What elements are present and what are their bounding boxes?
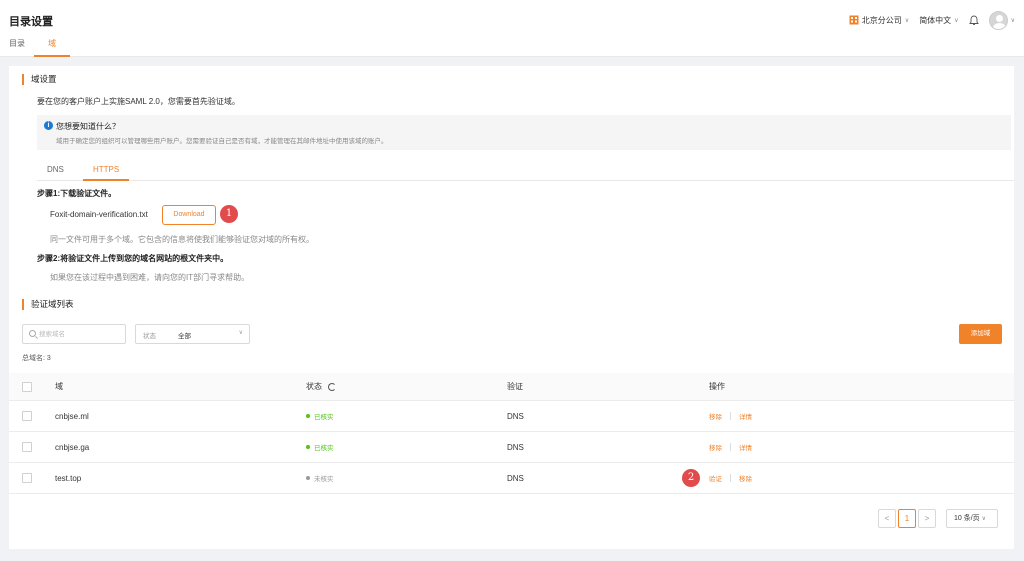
tab-dns[interactable]: DNS: [47, 164, 64, 181]
bell-icon[interactable]: [968, 15, 979, 26]
col-status-wrap: 状态: [306, 373, 336, 400]
col-status: 状态: [306, 382, 322, 391]
divider: [730, 474, 731, 482]
chevron-down-icon: ∨: [981, 516, 987, 522]
status-dot: [306, 445, 310, 449]
search-icon: [29, 330, 36, 337]
avatar: [988, 10, 1008, 30]
step-badge-2: 2: [682, 469, 700, 487]
row-checkbox[interactable]: [22, 442, 32, 452]
details-link[interactable]: 详情: [739, 442, 752, 452]
verify-method: DNS: [507, 442, 524, 452]
domain-name: cnbjse.ga: [55, 442, 90, 452]
top-tabs: 目录 域: [0, 38, 70, 57]
verification-file-name: Foxit-domain-verification.txt: [50, 210, 148, 219]
verify-link[interactable]: 验证: [709, 473, 722, 483]
header-right: 北京分公司 ∨ 简体中文 ∨ ∨: [849, 10, 1015, 30]
chevron-down-icon: ∨: [238, 330, 243, 336]
col-actions: 操作: [709, 382, 725, 391]
table-row: cnbjse.ga 已核实 DNS 移除 详情: [9, 432, 1014, 463]
table-row: cnbjse.ml 已核实 DNS 移除 详情: [9, 401, 1014, 432]
row-checkbox[interactable]: [22, 411, 32, 421]
domain-name: cnbjse.ml: [55, 411, 89, 421]
add-domain-button[interactable]: 添加域: [959, 324, 1002, 344]
info-icon: i: [44, 121, 53, 130]
status-cell: 已核实: [306, 432, 334, 462]
language-switcher[interactable]: 简体中文 ∨: [919, 15, 958, 26]
status-cell: 未核实: [306, 463, 334, 493]
info-box: i 您想要知道什么？ 域用于确定您的组织可以管理哪些用户账户。您需要验证自己是否…: [37, 115, 1011, 150]
status-badge: 已核实: [314, 414, 334, 421]
verify-method: DNS: [507, 473, 524, 483]
section-title-domain-list: 验证域列表: [22, 299, 74, 310]
status-filter-label: 状态: [143, 333, 156, 340]
download-button[interactable]: Download: [162, 205, 216, 225]
domain-table: 域 状态 验证 操作 cnbjse.ml 已核实 DNS 移除 详情 cnbjs…: [9, 373, 1014, 494]
info-title: 您想要知道什么？: [56, 122, 120, 131]
page-size-label: 10 条/页: [954, 515, 980, 522]
status-badge: 未核实: [314, 476, 334, 483]
refresh-icon[interactable]: [328, 382, 336, 391]
step1-note: 同一文件可用于多个域。它包含的信息将使我们能够验证您对域的所有权。: [50, 235, 314, 244]
page-1-button[interactable]: 1: [898, 509, 916, 528]
col-verify: 验证: [507, 382, 523, 391]
status-filter-value: 全部: [178, 333, 191, 340]
step2-title: 步骤2:将验证文件上传到您的域名网站的根文件夹中。: [37, 254, 229, 263]
org-name: 北京分公司: [861, 15, 902, 25]
status-filter-select[interactable]: 状态 全部 ∨: [135, 324, 250, 344]
remove-link[interactable]: 移除: [709, 442, 722, 452]
step1-title: 步骤1:下载验证文件。: [37, 189, 117, 198]
domain-name: test.top: [55, 473, 82, 483]
verify-method: DNS: [507, 411, 524, 421]
col-domain: 域: [55, 382, 63, 391]
actions-cell: 移除 详情: [709, 432, 752, 462]
org-icon: [849, 15, 859, 25]
actions-cell: 2 验证 移除: [682, 463, 752, 493]
page-size-select[interactable]: 10 条/页 ∨: [946, 509, 998, 528]
section-title-domain-settings: 域设置: [22, 74, 57, 85]
step-badge-1: 1: [220, 205, 238, 223]
search-box: [22, 324, 126, 344]
language-label: 简体中文: [919, 15, 952, 25]
status-dot: [306, 414, 310, 418]
table-header: 域 状态 验证 操作: [9, 373, 1014, 401]
main-card: 域设置 要在您的客户账户上实施SAML 2.0，您需要首先验证域。 i 您想要知…: [9, 66, 1014, 549]
tab-directory[interactable]: 目录: [0, 38, 34, 57]
remove-link[interactable]: 移除: [709, 411, 722, 421]
app-header: 目录设置 目录 域 北京分公司 ∨ 简体中文 ∨ ∨: [0, 0, 1024, 57]
chevron-down-icon: ∨: [1010, 17, 1015, 24]
total-count: 总域名: 3: [22, 355, 51, 362]
divider: [730, 443, 731, 451]
tab-domain[interactable]: 域: [34, 38, 70, 57]
page-title: 目录设置: [9, 16, 53, 28]
status-dot: [306, 476, 310, 480]
status-cell: 已核实: [306, 401, 334, 431]
intro-text: 要在您的客户账户上实施SAML 2.0，您需要首先验证域。: [37, 97, 240, 106]
step2-note: 如果您在该过程中遇到困难，请向您的IT部门寻求帮助。: [50, 273, 250, 282]
verification-method-tabs: DNS HTTPS: [37, 164, 1014, 181]
remove-link[interactable]: 移除: [739, 473, 752, 483]
table-row: test.top 未核实 DNS 2 验证 移除: [9, 463, 1014, 494]
user-menu[interactable]: ∨: [988, 10, 1015, 30]
details-link[interactable]: 详情: [739, 411, 752, 421]
status-badge: 已核实: [314, 445, 334, 452]
info-description: 域用于确定您的组织可以管理哪些用户账户。您需要验证自己是否有域，才能管理在其邮件…: [56, 138, 388, 145]
org-switcher[interactable]: 北京分公司 ∨: [849, 15, 909, 26]
divider: [730, 412, 731, 420]
chevron-down-icon: ∨: [954, 17, 959, 24]
next-page-button[interactable]: >: [918, 509, 936, 528]
select-all-checkbox[interactable]: [22, 381, 32, 392]
search-input[interactable]: [39, 328, 123, 341]
chevron-down-icon: ∨: [904, 17, 910, 24]
row-checkbox[interactable]: [22, 473, 32, 483]
actions-cell: 移除 详情: [709, 401, 752, 431]
tab-https[interactable]: HTTPS: [83, 164, 130, 181]
prev-page-button[interactable]: <: [878, 509, 896, 528]
